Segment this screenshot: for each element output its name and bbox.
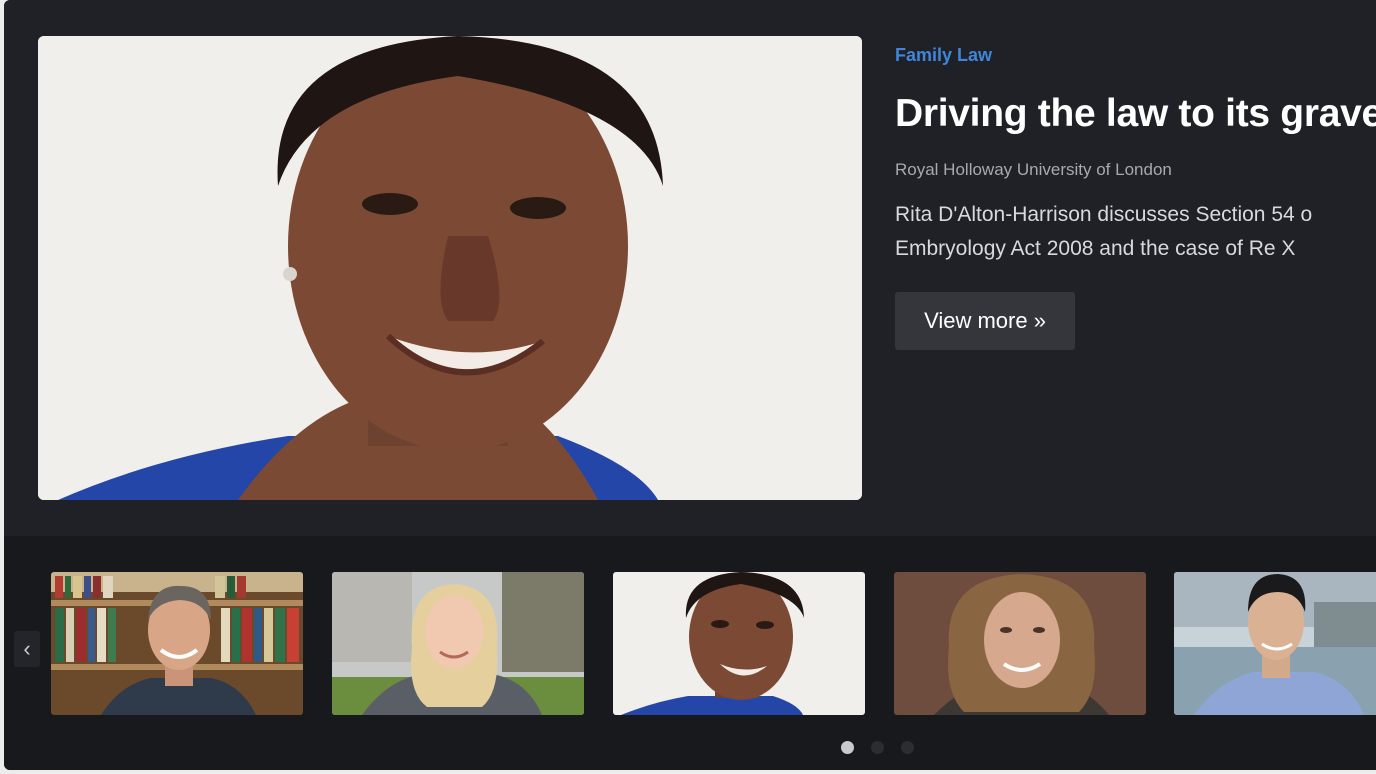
view-more-button[interactable]: View more »	[895, 292, 1075, 350]
pagination-dot-1[interactable]	[841, 741, 854, 754]
thumbnail-3[interactable]	[613, 572, 865, 715]
chevron-left-icon[interactable]: ‹	[14, 631, 40, 667]
institution-name: Royal Holloway University of London	[895, 160, 1172, 179]
pagination-dot-2[interactable]	[871, 741, 884, 754]
featured-carousel: Family Law Driving the law to its grave …	[4, 0, 1376, 770]
featured-info: Family Law Driving the law to its grave …	[895, 40, 1376, 266]
thumbnail-1[interactable]	[51, 572, 303, 715]
thumbnail-4[interactable]	[894, 572, 1146, 715]
category-link[interactable]: Family Law	[895, 45, 1376, 66]
pagination-dot-3[interactable]	[901, 741, 914, 754]
description-line-1: Rita D'Alton-Harrison discusses Section …	[895, 203, 1313, 226]
featured-item: Family Law Driving the law to its grave …	[4, 0, 1376, 536]
thumbnail-strip: ‹	[4, 536, 1376, 770]
featured-description: Rita D'Alton-Harrison discusses Section …	[895, 198, 1376, 266]
description-line-2: Embryology Act 2008 and the case of Re X	[895, 237, 1296, 260]
thumbnail-5[interactable]	[1174, 572, 1376, 715]
featured-title[interactable]: Driving the law to its grave	[895, 92, 1376, 136]
featured-image[interactable]	[38, 36, 862, 500]
thumbnail-2[interactable]	[332, 572, 584, 715]
